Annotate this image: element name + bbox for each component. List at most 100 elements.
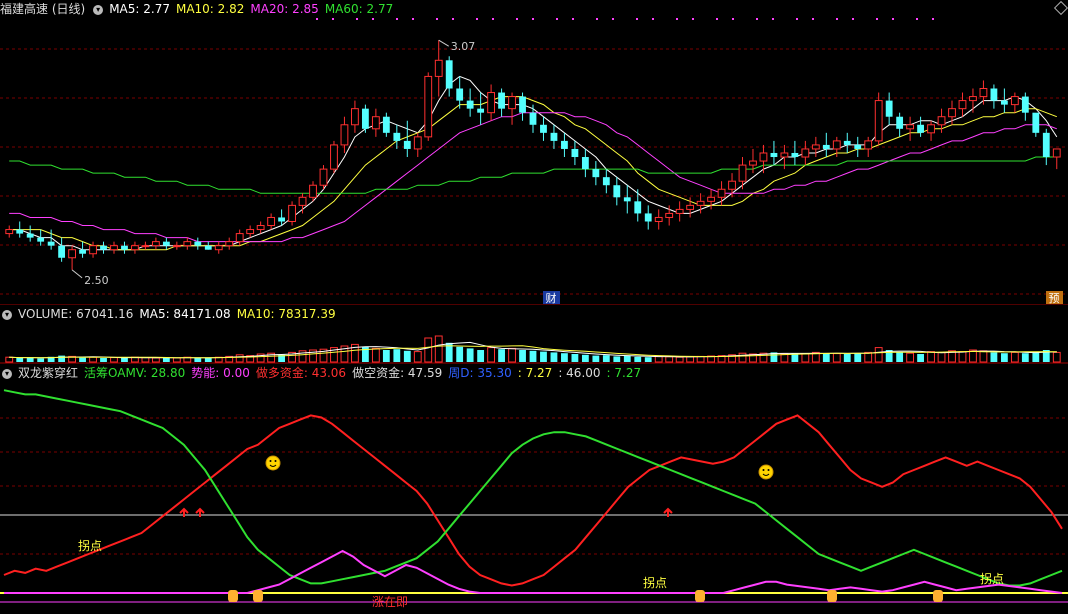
candle-body: [172, 245, 181, 248]
signal-dot: [492, 18, 494, 20]
volume-bar: [58, 355, 66, 362]
ma-line-ma60: [9, 156, 1057, 194]
candle-body: [519, 96, 526, 113]
candle-body: [393, 132, 401, 141]
volume-bar: [1000, 353, 1008, 362]
volume-bar: [393, 349, 401, 362]
indicator-settings-icon[interactable]: ▾: [2, 368, 12, 379]
signal-dot: [316, 18, 318, 20]
candle-body: [728, 180, 736, 190]
volume-bar: [141, 357, 150, 363]
candle-body: [256, 225, 265, 231]
volume-bar: [571, 354, 579, 362]
candle-body: [371, 116, 380, 130]
candle-body: [403, 140, 411, 149]
hand-pointer-icon: [228, 590, 238, 602]
volume-bar: [79, 357, 86, 362]
candle-body: [801, 148, 810, 158]
signal-dot: [412, 18, 414, 20]
candle-body: [770, 152, 778, 158]
volume-bar: [26, 357, 34, 362]
candle-body: [508, 96, 516, 110]
signal-dot: [932, 18, 934, 20]
volume-bar: [477, 350, 485, 362]
candle-body: [696, 200, 705, 206]
volume-bar: [550, 352, 558, 362]
signal-dot: [692, 18, 694, 20]
candle-body: [89, 245, 97, 255]
candle-body: [1000, 100, 1008, 105]
candle-body: [330, 144, 338, 170]
candle-body: [686, 204, 695, 210]
signal-dot: [532, 18, 534, 20]
candle-body: [498, 92, 505, 109]
volume-bar: [204, 358, 212, 362]
candle-body: [874, 100, 883, 142]
earnings-marker[interactable]: 财: [543, 291, 560, 305]
candle-body: [791, 152, 799, 158]
candle-body: [288, 204, 296, 222]
candle-body: [183, 241, 192, 247]
volume-label: VOLUME: 67041.16: [18, 307, 134, 321]
volume-bar: [780, 353, 789, 363]
high-pointer: [438, 39, 449, 47]
candle-body: [456, 88, 464, 101]
forecast-marker[interactable]: 预: [1046, 291, 1063, 305]
signal-dot: [916, 18, 918, 20]
signal-dot: [676, 18, 678, 20]
volume-bar: [644, 357, 652, 362]
volume-bar: [654, 355, 663, 363]
volume-bar: [561, 353, 568, 362]
hand-pointer-icon: [253, 590, 263, 602]
volume-bar: [540, 351, 547, 362]
volume-bar: [456, 346, 464, 362]
signal-dot: [772, 18, 774, 20]
price-chart: 3.07 2.50 财 预: [0, 18, 1068, 305]
volume-bar: [403, 350, 411, 362]
candle-body: [110, 245, 118, 251]
smiley-icon: [758, 464, 774, 480]
guaidian-label-2: 拐点: [643, 575, 667, 590]
volume-bar: [466, 348, 474, 362]
volume-bar: [634, 356, 642, 362]
volume-bar: [843, 354, 851, 362]
candle-body: [948, 108, 956, 118]
candle-body: [37, 237, 45, 242]
candle-body: [162, 241, 170, 246]
signal-dot: [652, 18, 654, 20]
hand-pointer-icon: [827, 590, 837, 602]
volume-bar: [194, 357, 202, 362]
candle-body: [16, 229, 24, 234]
volume-bar: [874, 347, 883, 363]
candle-body: [225, 241, 234, 247]
candle-body: [214, 245, 223, 251]
candle-body: [100, 245, 107, 250]
volume-bar: [665, 356, 674, 363]
signal-dot: [836, 18, 838, 20]
signal-dot: [332, 18, 334, 20]
candle-body: [613, 185, 621, 198]
high-price-label: 3.07: [451, 40, 476, 53]
signal-dot: [396, 18, 398, 20]
guaidian-label-3: 拐点: [980, 571, 1004, 586]
candle-body: [561, 140, 568, 149]
candle-body: [958, 100, 967, 110]
candle-body: [811, 144, 820, 150]
candle-body: [634, 201, 642, 214]
zuokong-label: 做空资金: 47.59: [352, 366, 443, 380]
candle-body: [79, 249, 86, 254]
volume-bar: [738, 352, 747, 363]
volume-settings-icon[interactable]: ▾: [2, 309, 12, 320]
ma-line-ma5: [9, 75, 1058, 251]
candle-body: [235, 233, 244, 243]
smiley-eye: [762, 469, 765, 471]
volume-bar: [896, 352, 904, 362]
volume-bar: [382, 350, 390, 362]
signal-dot: [556, 18, 558, 20]
volume-bar: [906, 352, 915, 363]
candle-body: [623, 197, 631, 202]
signal-dot: [716, 18, 718, 20]
volume-bar: [832, 353, 841, 363]
volume-bar: [508, 347, 516, 363]
candle-body: [822, 144, 830, 149]
